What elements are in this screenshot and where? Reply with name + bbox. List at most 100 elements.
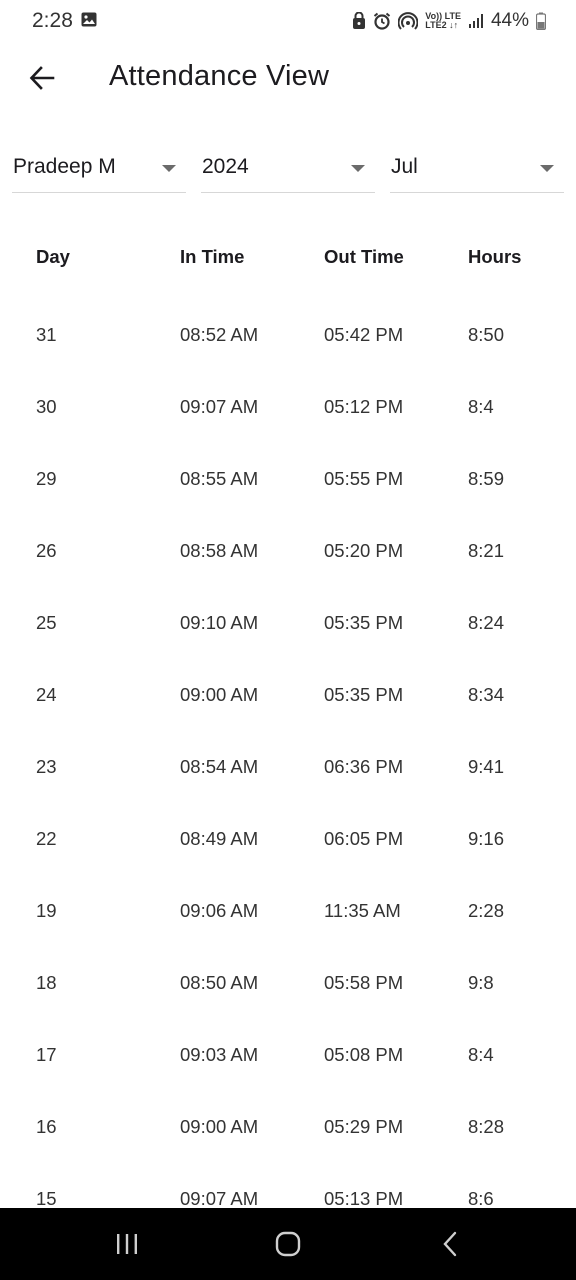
status-bar: 2:28 Vo)) LTE LTE2 ↓↑ 44% — [0, 0, 576, 42]
in-time-cell: 09:03 AM — [180, 1044, 259, 1065]
out-time-cell: 05:13 PM — [324, 1188, 404, 1208]
hours-cell: 9:16 — [468, 828, 505, 849]
day-cell: 24 — [36, 684, 57, 705]
home-icon — [275, 1231, 301, 1257]
back-button[interactable] — [22, 60, 62, 96]
day-cell: 17 — [36, 1044, 57, 1065]
in-time-cell: 08:52 AM — [180, 324, 259, 345]
filters-row: Pradeep M 2024 Jul — [0, 140, 576, 194]
table-row: 31 08:52 AM 05:42 PM 8:50 — [0, 300, 576, 372]
header-hours: Hours — [468, 246, 522, 267]
hours-cell: 8:50 — [468, 324, 505, 345]
day-cell: 26 — [36, 540, 57, 561]
table-row: 15 09:07 AM 05:13 PM 8:6 — [0, 1164, 576, 1208]
header-out-time: Out Time — [324, 246, 404, 267]
network-type-bottom: LTE2 ↓↑ — [425, 20, 459, 30]
in-time-cell: 08:50 AM — [180, 972, 259, 993]
employee-selected-value: Pradeep M — [13, 155, 116, 178]
gallery-notification-icon — [81, 12, 97, 27]
hours-cell: 8:4 — [468, 1044, 494, 1065]
signal-icon — [468, 13, 484, 29]
lock-notification-icon — [352, 12, 366, 30]
attendance-table[interactable]: Day In Time Out Time Hours 31 08:52 AM 0… — [0, 222, 576, 1208]
system-navigation-bar — [0, 1208, 576, 1280]
in-time-cell: 08:54 AM — [180, 756, 259, 777]
out-time-cell: 05:42 PM — [324, 324, 404, 345]
hours-cell: 8:34 — [468, 684, 505, 705]
out-time-cell: 05:58 PM — [324, 972, 404, 993]
day-cell: 31 — [36, 324, 57, 345]
system-back-button[interactable] — [420, 1226, 480, 1262]
day-cell: 23 — [36, 756, 57, 777]
in-time-cell: 09:06 AM — [180, 900, 259, 921]
table-row: 24 09:00 AM 05:35 PM 8:34 — [0, 660, 576, 732]
table-row: 25 09:10 AM 05:35 PM 8:24 — [0, 588, 576, 660]
hours-cell: 8:21 — [468, 540, 505, 561]
in-time-cell: 09:07 AM — [180, 1188, 259, 1208]
month-selected-value: Jul — [391, 155, 418, 178]
day-cell: 18 — [36, 972, 57, 993]
dropdown-arrow-icon — [351, 165, 365, 172]
recents-button[interactable] — [97, 1226, 157, 1262]
in-time-cell: 08:55 AM — [180, 468, 259, 489]
page-title: Attendance View — [109, 60, 330, 92]
recents-icon — [117, 1234, 137, 1254]
table-header: Day In Time Out Time Hours — [0, 222, 576, 294]
out-time-cell: 05:12 PM — [324, 396, 404, 417]
alarm-icon — [373, 12, 391, 30]
out-time-cell: 05:20 PM — [324, 540, 404, 561]
out-time-cell: 05:08 PM — [324, 1044, 404, 1065]
out-time-cell: 05:35 PM — [324, 684, 404, 705]
status-time: 2:28 — [32, 9, 73, 32]
battery-icon — [536, 12, 546, 30]
hours-cell: 8:6 — [468, 1188, 494, 1208]
back-chevron-icon — [443, 1231, 457, 1257]
table-row: 19 09:06 AM 11:35 AM 2:28 — [0, 876, 576, 948]
table-row: 30 09:07 AM 05:12 PM 8:4 — [0, 372, 576, 444]
dropdown-arrow-icon — [540, 165, 554, 172]
table-row: 26 08:58 AM 05:20 PM 8:21 — [0, 516, 576, 588]
in-time-cell: 09:00 AM — [180, 684, 259, 705]
out-time-cell: 06:05 PM — [324, 828, 404, 849]
day-cell: 19 — [36, 900, 57, 921]
dropdown-arrow-icon — [162, 165, 176, 172]
out-time-cell: 05:29 PM — [324, 1116, 404, 1137]
table-row: 18 08:50 AM 05:58 PM 9:8 — [0, 948, 576, 1020]
table-row: 17 09:03 AM 05:08 PM 8:4 — [0, 1020, 576, 1092]
year-selected-value: 2024 — [202, 155, 249, 178]
in-time-cell: 08:58 AM — [180, 540, 259, 561]
header-day: Day — [36, 246, 70, 267]
table-row: 29 08:55 AM 05:55 PM 8:59 — [0, 444, 576, 516]
in-time-cell: 08:49 AM — [180, 828, 259, 849]
battery-level: 44% — [490, 10, 529, 31]
network-type: Vo)) LTE LTE2 ↓↑ — [425, 12, 461, 30]
month-dropdown[interactable]: Jul — [390, 140, 564, 193]
status-icons: Vo)) LTE LTE2 ↓↑ 44% — [352, 8, 546, 34]
day-cell: 30 — [36, 396, 57, 417]
table-row: 22 08:49 AM 06:05 PM 9:16 — [0, 804, 576, 876]
out-time-cell: 05:55 PM — [324, 468, 404, 489]
hours-cell: 8:59 — [468, 468, 505, 489]
employee-dropdown[interactable]: Pradeep M — [12, 140, 186, 193]
year-dropdown[interactable]: 2024 — [201, 140, 375, 193]
hours-cell: 8:24 — [468, 612, 505, 633]
app-bar: Attendance View — [0, 48, 576, 108]
hours-cell: 8:4 — [468, 396, 494, 417]
out-time-cell: 11:35 AM — [324, 900, 401, 921]
arrow-left-icon — [29, 66, 55, 90]
in-time-cell: 09:07 AM — [180, 396, 259, 417]
hours-cell: 8:28 — [468, 1116, 505, 1137]
day-cell: 15 — [36, 1188, 57, 1208]
table-row: 16 09:00 AM 05:29 PM 8:28 — [0, 1092, 576, 1164]
hours-cell: 2:28 — [468, 900, 505, 921]
in-time-cell: 09:00 AM — [180, 1116, 259, 1137]
hours-cell: 9:41 — [468, 756, 505, 777]
hours-cell: 9:8 — [468, 972, 494, 993]
in-time-cell: 09:10 AM — [180, 612, 259, 633]
out-time-cell: 05:35 PM — [324, 612, 404, 633]
out-time-cell: 06:36 PM — [324, 756, 404, 777]
home-button[interactable] — [258, 1226, 318, 1262]
day-cell: 22 — [36, 828, 57, 849]
day-cell: 29 — [36, 468, 57, 489]
hotspot-icon — [398, 12, 419, 30]
